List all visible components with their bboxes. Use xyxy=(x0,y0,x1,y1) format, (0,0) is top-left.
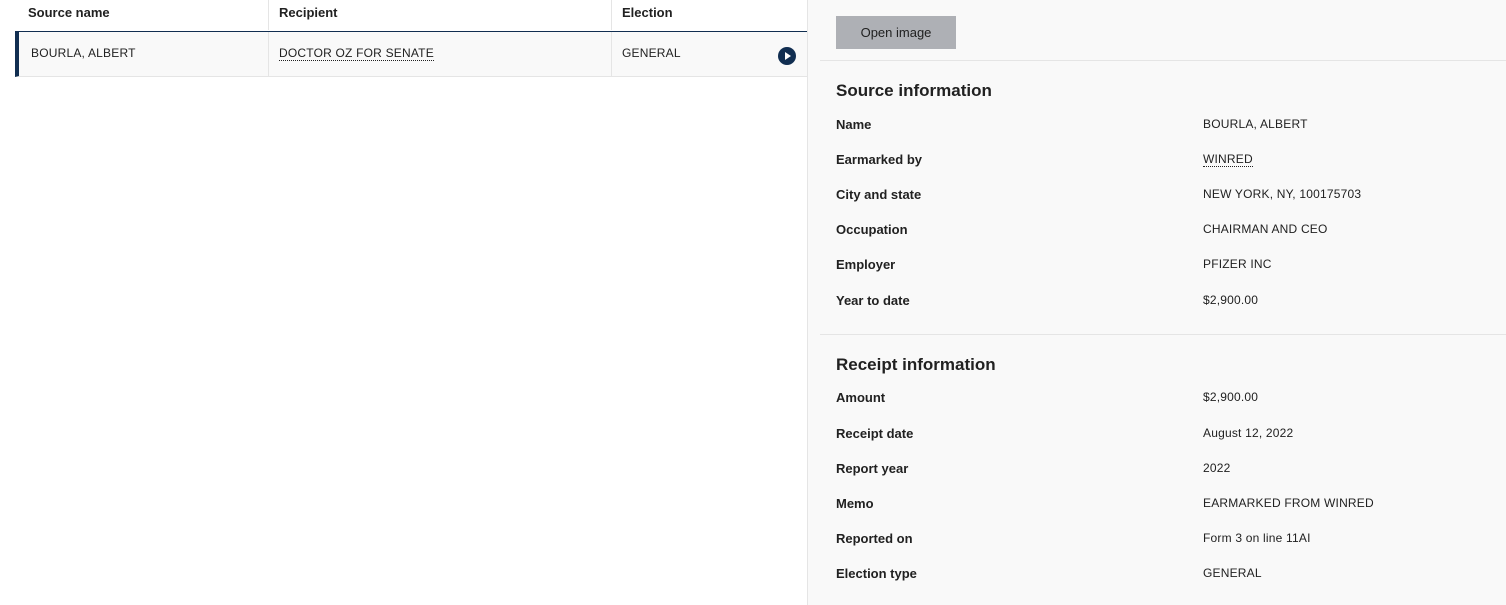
field-value-reported-on: Form 3 on line 11AI xyxy=(1203,531,1311,545)
cell-election: GENERAL xyxy=(611,32,681,76)
field-value-election-type: GENERAL xyxy=(1203,566,1262,580)
field-value-year-to-date: $2,900.00 xyxy=(1203,293,1259,307)
field-label-name: Name xyxy=(836,117,872,132)
field-label-amount: Amount xyxy=(836,390,886,405)
field-label-year-to-date: Year to date xyxy=(836,293,910,308)
field-label-employer: Employer xyxy=(836,257,896,272)
receipt-information-title: Receipt information xyxy=(836,355,996,374)
field-value-employer: PFIZER INC xyxy=(1203,257,1272,271)
open-image-button[interactable]: Open image xyxy=(836,16,956,49)
field-value-occupation: CHAIRMAN AND CEO xyxy=(1203,222,1328,236)
field-label-receipt-date: Receipt date xyxy=(836,426,914,441)
table-header: Source name Recipient Election xyxy=(15,0,807,32)
field-label-city-state: City and state xyxy=(836,187,922,202)
source-information-title: Source information xyxy=(836,81,992,100)
field-value-memo: EARMARKED FROM WINRED xyxy=(1203,496,1374,510)
field-label-memo: Memo xyxy=(836,496,874,511)
field-label-election-type: Election type xyxy=(836,566,917,581)
field-label-earmarked-by: Earmarked by xyxy=(836,152,922,167)
recipient-link[interactable]: DOCTOR OZ FOR SENATE xyxy=(268,32,434,76)
column-header-recipient[interactable]: Recipient xyxy=(268,0,338,30)
earmarked-by-link[interactable]: WINRED xyxy=(1203,152,1253,167)
cell-source-name: BOURLA, ALBERT xyxy=(31,46,136,60)
field-value-amount: $2,900.00 xyxy=(1203,390,1259,404)
results-table: Source name Recipient Election BOURLA, A… xyxy=(15,0,807,77)
column-header-source-name[interactable]: Source name xyxy=(28,5,110,20)
field-value-name: BOURLA, ALBERT xyxy=(1203,117,1308,131)
field-label-report-year: Report year xyxy=(836,461,909,476)
column-header-election[interactable]: Election xyxy=(611,0,673,30)
field-value-receipt-date: August 12, 2022 xyxy=(1203,426,1294,440)
divider xyxy=(820,334,1506,335)
row-expand-button[interactable] xyxy=(778,47,796,65)
field-label-reported-on: Reported on xyxy=(836,531,913,546)
field-value-report-year: 2022 xyxy=(1203,461,1231,475)
field-value-city-state: NEW YORK, NY, 100175703 xyxy=(1203,187,1362,201)
table-row[interactable]: BOURLA, ALBERT DOCTOR OZ FOR SENATE GENE… xyxy=(15,32,807,77)
field-label-occupation: Occupation xyxy=(836,222,908,237)
details-panel: Open image Source information Name BOURL… xyxy=(807,0,1506,605)
play-circle-icon xyxy=(785,52,791,60)
divider xyxy=(820,60,1506,61)
